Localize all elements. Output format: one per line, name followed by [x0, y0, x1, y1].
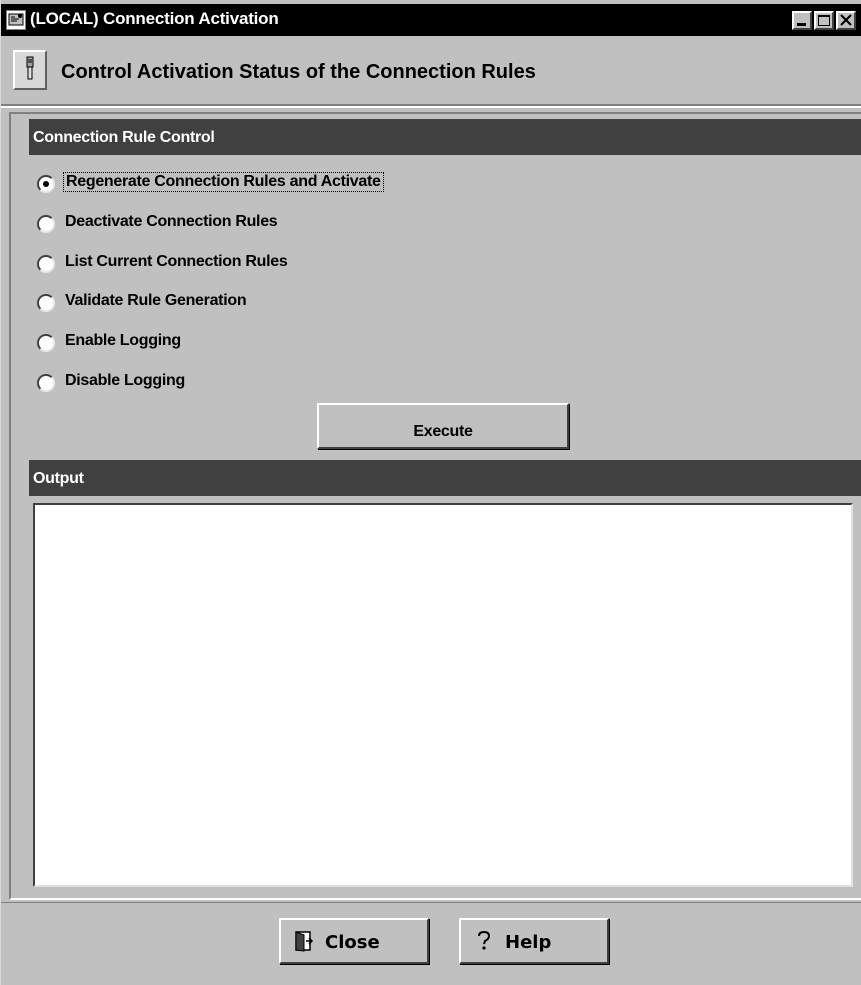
- radio-button[interactable]: [37, 255, 55, 273]
- radio-button[interactable]: [37, 374, 55, 392]
- title-bar[interactable]: (LOCAL) Connection Activation: [1, 4, 861, 36]
- door-exit-icon: [293, 930, 315, 952]
- question-mark-icon: [473, 930, 495, 952]
- app-icon[interactable]: [6, 10, 26, 30]
- help-button-label: Help: [505, 932, 552, 953]
- output-header: Output: [29, 460, 861, 496]
- help-button[interactable]: Help: [459, 918, 609, 964]
- close-window-button[interactable]: [836, 11, 856, 30]
- radio-button[interactable]: [37, 294, 55, 312]
- connection-plug-icon: [13, 50, 47, 90]
- radio-button[interactable]: [37, 175, 55, 193]
- maximize-button[interactable]: [814, 11, 834, 30]
- header-divider-highlight: [1, 106, 861, 108]
- radio-label[interactable]: Validate Rule Generation: [63, 292, 248, 310]
- radio-label[interactable]: List Current Connection Rules: [63, 253, 289, 271]
- minimize-button[interactable]: [792, 11, 812, 30]
- radio-label[interactable]: Regenerate Connection Rules and Activate: [63, 172, 384, 192]
- connection-rule-control-header: Connection Rule Control: [29, 119, 861, 155]
- close-button-label: Close: [325, 932, 380, 953]
- radio-button[interactable]: [37, 334, 55, 352]
- page-title: Control Activation Status of the Connect…: [61, 61, 536, 83]
- execute-button[interactable]: Execute: [317, 403, 569, 449]
- footer-divider: [1, 902, 861, 903]
- radio-label[interactable]: Disable Logging: [63, 372, 187, 390]
- radio-selected-dot: [43, 181, 49, 187]
- connection-activation-window: (LOCAL) Connection Activation Control Ac…: [0, 0, 861, 985]
- output-text-area[interactable]: [33, 503, 853, 887]
- window-title: (LOCAL) Connection Activation: [30, 9, 279, 28]
- close-button[interactable]: Close: [279, 918, 429, 964]
- radio-label[interactable]: Enable Logging: [63, 332, 183, 350]
- radio-label[interactable]: Deactivate Connection Rules: [63, 213, 279, 231]
- radio-button[interactable]: [37, 215, 55, 233]
